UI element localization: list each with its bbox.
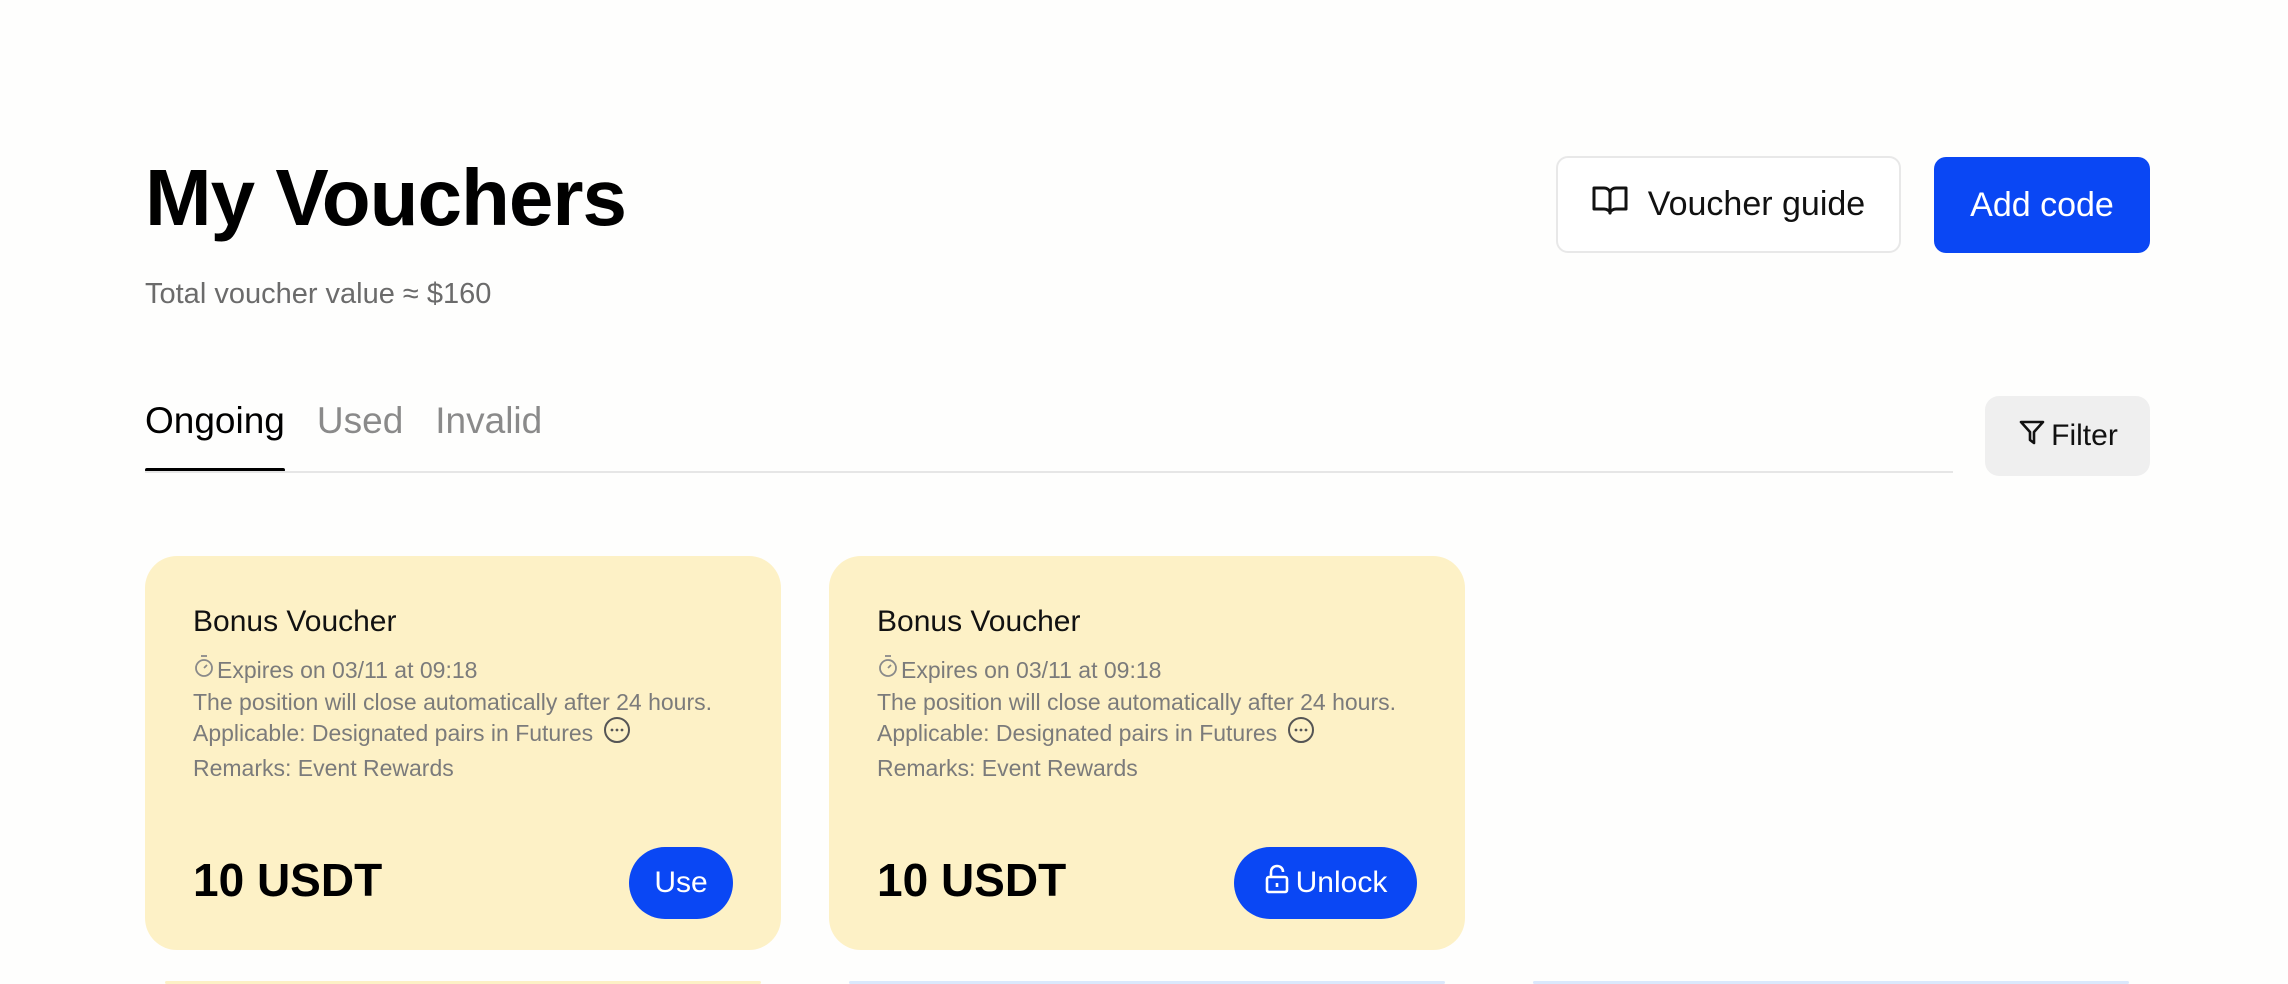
voucher-expiry-text: Expires on 03/11 at 09:18 bbox=[901, 656, 1162, 683]
voucher-title: Bonus Voucher bbox=[877, 605, 1081, 638]
voucher-expiry: Expires on 03/11 at 09:18 bbox=[193, 654, 477, 685]
book-icon bbox=[1592, 184, 1628, 225]
more-icon[interactable] bbox=[603, 716, 631, 750]
voucher-applicable: Applicable: Designated pairs in Futures bbox=[193, 720, 594, 746]
voucher-amount: 10 USDT bbox=[877, 854, 1067, 906]
voucher-tabs: Ongoing Used Invalid bbox=[145, 394, 542, 472]
voucher-guide-label: Voucher guide bbox=[1647, 185, 1866, 223]
voucher-remarks: Remarks: Event Rewards bbox=[193, 755, 454, 781]
tab-used[interactable]: Used bbox=[317, 394, 403, 448]
add-code-button[interactable]: Add code bbox=[1934, 157, 2150, 253]
voucher-description: The position will close automatically af… bbox=[193, 689, 713, 715]
unlock-voucher-button[interactable]: Unlock bbox=[1234, 847, 1417, 919]
stopwatch-icon bbox=[193, 654, 215, 685]
vouchers-page: My Vouchers Total voucher value ≈ $160 V… bbox=[0, 0, 2288, 984]
voucher-description: The position will close automatically af… bbox=[877, 689, 1397, 715]
voucher-expiry: Expires on 03/11 at 09:18 bbox=[877, 654, 1161, 685]
page-title: My Vouchers bbox=[145, 153, 627, 242]
voucher-remarks: Remarks: Event Rewards bbox=[877, 755, 1138, 781]
use-voucher-button[interactable]: Use bbox=[629, 847, 733, 919]
tab-ongoing[interactable]: Ongoing bbox=[145, 394, 285, 472]
voucher-expiry-text: Expires on 03/11 at 09:18 bbox=[217, 656, 478, 683]
lock-icon bbox=[1264, 864, 1290, 902]
voucher-amount: 10 USDT bbox=[193, 854, 383, 906]
voucher-details: The position will close automatically af… bbox=[193, 688, 753, 782]
voucher-title: Bonus Voucher bbox=[193, 605, 397, 638]
tab-invalid[interactable]: Invalid bbox=[435, 394, 542, 448]
stopwatch-icon bbox=[877, 654, 899, 685]
voucher-applicable: Applicable: Designated pairs in Futures bbox=[877, 720, 1278, 746]
voucher-guide-button[interactable]: Voucher guide bbox=[1556, 156, 1901, 253]
unlock-label: Unlock bbox=[1295, 866, 1388, 899]
filter-button[interactable]: Filter bbox=[1985, 396, 2150, 476]
tab-divider bbox=[145, 471, 1953, 473]
use-label: Use bbox=[654, 866, 708, 899]
voucher-details: The position will close automatically af… bbox=[877, 688, 1437, 782]
more-icon[interactable] bbox=[1287, 716, 1315, 750]
total-voucher-value: Total voucher value ≈ $160 bbox=[145, 278, 492, 310]
voucher-card: Bonus Voucher Expires on 03/11 at 09:18 … bbox=[829, 556, 1465, 950]
voucher-card: Bonus Voucher Expires on 03/11 at 09:18 … bbox=[145, 556, 781, 950]
filter-icon bbox=[2017, 417, 2047, 455]
filter-label: Filter bbox=[2051, 419, 2118, 452]
add-code-label: Add code bbox=[1970, 185, 2114, 224]
